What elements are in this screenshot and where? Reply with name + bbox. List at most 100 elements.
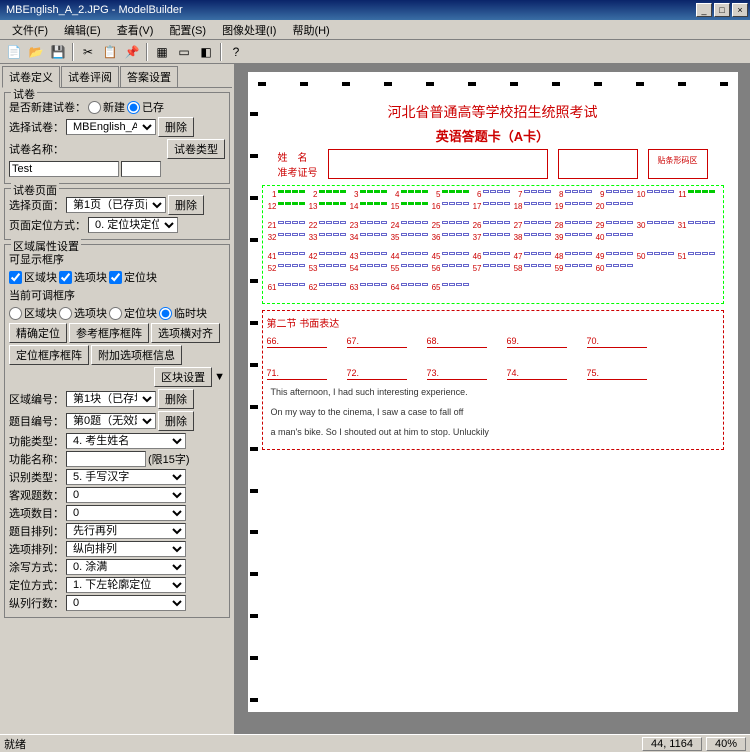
tab-answer[interactable]: 答案设置 bbox=[120, 66, 178, 87]
question-59: 59 bbox=[554, 264, 592, 273]
new-icon[interactable]: 📄 bbox=[4, 42, 24, 62]
cb-locate[interactable] bbox=[109, 271, 122, 284]
question-10: 10 bbox=[636, 190, 674, 199]
separator bbox=[146, 43, 148, 61]
ref-frame-button[interactable]: 参考框序框阵 bbox=[69, 323, 149, 343]
timing-marks-top bbox=[258, 82, 728, 86]
del-region-button[interactable]: 删除 bbox=[158, 389, 194, 409]
question-12: 12 bbox=[267, 202, 305, 211]
exam-type-button[interactable]: 试卷类型 bbox=[167, 139, 225, 159]
topic-arr-select[interactable]: 先行再列 bbox=[66, 523, 186, 539]
question-17: 17 bbox=[472, 202, 510, 211]
save-icon[interactable]: 💾 bbox=[48, 42, 68, 62]
tool-icon[interactable]: ▦ bbox=[152, 42, 172, 62]
topic-no-select[interactable]: 第0题（无效题） bbox=[66, 413, 156, 429]
minimize-button[interactable]: _ bbox=[696, 3, 712, 17]
left-panel: 试卷定义 试卷评阅 答案设置 试卷 是否新建试卷： 新建 已存 选择试卷： MB… bbox=[0, 64, 235, 734]
precise-button[interactable]: 精确定位 bbox=[9, 323, 67, 343]
menu-image[interactable]: 图像处理(I) bbox=[214, 20, 284, 40]
obj-count-select[interactable]: 0 bbox=[66, 487, 186, 503]
question-44: 44 bbox=[390, 252, 428, 261]
r-option[interactable] bbox=[59, 307, 72, 320]
smear-select[interactable]: 0. 涂满 bbox=[66, 559, 186, 575]
question-35: 35 bbox=[390, 233, 428, 242]
r-region[interactable] bbox=[9, 307, 22, 320]
tool-icon[interactable]: ▭ bbox=[174, 42, 194, 62]
question-9: 9 bbox=[595, 190, 633, 199]
barcode-box: 贴条形码区 bbox=[648, 149, 708, 179]
tab-review[interactable]: 试卷评阅 bbox=[61, 66, 119, 87]
open-icon[interactable]: 📂 bbox=[26, 42, 46, 62]
cb-option[interactable] bbox=[59, 271, 72, 284]
tab-define[interactable]: 试卷定义 bbox=[2, 66, 60, 88]
question-28: 28 bbox=[554, 221, 592, 230]
align-button[interactable]: 选项横对齐 bbox=[151, 323, 220, 343]
menu-config[interactable]: 配置(S) bbox=[161, 20, 214, 40]
group-title: 试卷 bbox=[11, 86, 37, 102]
question-42: 42 bbox=[308, 252, 346, 261]
preview-panel[interactable]: 河北省普通高等学校招生统照考试 英语答题卡（A卡） 姓 名 准考证号 贴条形码区… bbox=[235, 64, 750, 734]
blank-73.: 73. bbox=[427, 368, 487, 380]
delete-exam-button[interactable]: 删除 bbox=[158, 117, 194, 137]
info-box-1 bbox=[328, 149, 548, 179]
question-32: 32 bbox=[267, 233, 305, 242]
region-no-select[interactable]: 第1块（已存块） bbox=[66, 391, 156, 407]
opt-count-select[interactable]: 0 bbox=[66, 505, 186, 521]
locate-select[interactable]: 0. 定位块定位 bbox=[88, 217, 178, 233]
func-type-select[interactable]: 4. 考生姓名 bbox=[66, 433, 186, 449]
exam-aux-input[interactable] bbox=[121, 161, 161, 177]
exam-select[interactable]: MBEnglish_A bbox=[66, 119, 156, 135]
rowcol-select[interactable]: 0 bbox=[66, 595, 186, 611]
question-30: 30 bbox=[636, 221, 674, 230]
question-34: 34 bbox=[349, 233, 387, 242]
blank-75.: 75. bbox=[587, 368, 647, 380]
question-4: 4 bbox=[390, 190, 428, 199]
question-61: 61 bbox=[267, 283, 305, 292]
question-7: 7 bbox=[513, 190, 551, 199]
question-22: 22 bbox=[308, 221, 346, 230]
id-label: 准考证号 bbox=[278, 164, 318, 179]
exam-name-input[interactable] bbox=[9, 161, 119, 177]
block-settings-button[interactable]: 区块设置 bbox=[154, 367, 212, 387]
question-16: 16 bbox=[431, 202, 469, 211]
paste-icon[interactable]: 📌 bbox=[122, 42, 142, 62]
menu-help[interactable]: 帮助(H) bbox=[284, 20, 337, 40]
r-temp[interactable] bbox=[159, 307, 172, 320]
opt-arr-select[interactable]: 纵向排列 bbox=[66, 541, 186, 557]
question-39: 39 bbox=[554, 233, 592, 242]
group-title: 区域属性设置 bbox=[11, 238, 81, 254]
question-54: 54 bbox=[349, 264, 387, 273]
group-title: 试卷页面 bbox=[11, 182, 59, 198]
question-27: 27 bbox=[513, 221, 551, 230]
exam-name-label: 试卷名称： bbox=[9, 141, 64, 157]
group-region: 区域属性设置 可显示框序 区域块 选项块 定位块 当前可调框序 区域块 选项块 … bbox=[4, 244, 230, 618]
radio-exist[interactable] bbox=[127, 101, 140, 114]
page-select[interactable]: 第1页（已存页面） bbox=[66, 197, 166, 213]
func-name-input[interactable] bbox=[66, 451, 146, 467]
del-topic-button[interactable]: 删除 bbox=[158, 411, 194, 431]
help-icon[interactable]: ? bbox=[226, 42, 246, 62]
loc-select[interactable]: 1. 下左轮廓定位 bbox=[66, 577, 186, 593]
menu-edit[interactable]: 编辑(E) bbox=[56, 20, 109, 40]
menu-view[interactable]: 查看(V) bbox=[109, 20, 162, 40]
question-19: 19 bbox=[554, 202, 592, 211]
cut-icon[interactable]: ✂ bbox=[78, 42, 98, 62]
tool-icon[interactable]: ◧ bbox=[196, 42, 216, 62]
copy-icon[interactable]: 📋 bbox=[100, 42, 120, 62]
cb-region[interactable] bbox=[9, 271, 22, 284]
extra-opt-button[interactable]: 附加选项框信息 bbox=[91, 345, 182, 365]
delete-page-button[interactable]: 删除 bbox=[168, 195, 204, 215]
r-locate[interactable] bbox=[109, 307, 122, 320]
question-64: 64 bbox=[390, 283, 428, 292]
locate-frame-button[interactable]: 定位框序框阵 bbox=[9, 345, 89, 365]
rec-type-select[interactable]: 5. 手写汉字 bbox=[66, 469, 186, 485]
question-46: 46 bbox=[472, 252, 510, 261]
radio-new[interactable] bbox=[88, 101, 101, 114]
essay-title: 第二节 书面表达 bbox=[267, 315, 719, 330]
close-button[interactable]: × bbox=[732, 3, 748, 17]
page-select-label: 选择页面： bbox=[9, 197, 64, 213]
menu-file[interactable]: 文件(F) bbox=[4, 20, 56, 40]
maximize-button[interactable]: □ bbox=[714, 3, 730, 17]
question-6: 6 bbox=[472, 190, 510, 199]
question-63: 63 bbox=[349, 283, 387, 292]
